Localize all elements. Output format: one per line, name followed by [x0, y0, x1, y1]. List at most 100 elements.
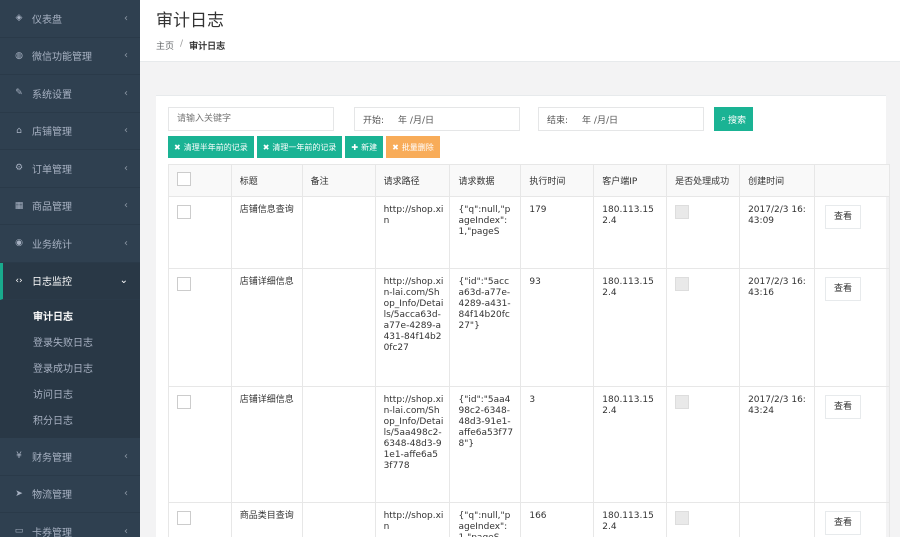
search-icon: ⌕	[720, 114, 727, 124]
sidebar-item-logistics[interactable]: ➤ 物流管理 ‹	[0, 476, 140, 513]
table-row: 店铺信息查询 http://shop.xin {"q":null,"pageIn…	[168, 196, 890, 269]
row-checkbox[interactable]	[177, 205, 191, 219]
cell-created: 2017/2/3 16:43:09	[739, 196, 815, 269]
sidebar-item-log-monitor[interactable]: ‹› 日志监控 ⌄	[0, 262, 140, 300]
new-button[interactable]: ✚ 新建	[345, 136, 384, 158]
cell-exec-time: 3	[520, 386, 595, 503]
cell-path: http://shop.xin-lai.com/Shop_Info/Detail…	[374, 268, 451, 387]
cell-client-ip: 180.113.152.4	[593, 502, 668, 537]
clear-one-year-label: 清理一年前的记录	[272, 142, 337, 152]
table-header-row: 标题 备注 请求路径 请求数据 执行时间 客户端IP 是否处理成功 创建时间	[168, 164, 890, 197]
cell-path: http://shop.xin	[374, 502, 451, 537]
wechat-icon: ◍	[15, 50, 23, 61]
sidebar-item-label: 订单管理	[32, 164, 72, 176]
sidebar-item-wechat[interactable]: ◍ 微信功能管理 ‹	[0, 38, 140, 75]
sidebar-item-shops[interactable]: ⌂ 店铺管理 ‹	[0, 113, 140, 150]
breadcrumb-separator: /	[180, 39, 184, 49]
home-icon: ⌂	[16, 125, 22, 136]
select-all-checkbox[interactable]	[177, 172, 191, 186]
submenu-item-access-log[interactable]: 访问日志	[0, 380, 140, 406]
success-checkbox	[675, 205, 690, 219]
submenu-item-points-log[interactable]: 积分日志	[0, 406, 140, 432]
main-content: 开始: 年 /月/日 结束: 年 /月/日 ⌕ 搜索 ✖ 清理半年前的记录	[140, 62, 900, 537]
column-header[interactable]: 客户端IP	[593, 164, 668, 197]
submenu-item-audit-log[interactable]: 审计日志	[0, 302, 140, 328]
end-date-label: 结束:	[547, 115, 569, 126]
start-date-field[interactable]: 开始: 年 /月/日	[354, 107, 520, 131]
card-icon: ▭	[14, 526, 24, 537]
cell-remark	[301, 268, 376, 387]
batch-delete-button[interactable]: ✖ 批量删除	[386, 136, 440, 158]
success-checkbox	[675, 511, 690, 525]
sidebar-item-finance[interactable]: ¥ 财务管理 ‹	[0, 438, 140, 476]
sidebar-item-label: 物流管理	[32, 490, 72, 502]
sidebar-item-label: 商品管理	[32, 202, 72, 214]
sidebar-item-products[interactable]: ▦ 商品管理 ‹	[0, 188, 140, 225]
search-input[interactable]	[168, 107, 334, 131]
chevron-left-icon: ‹	[124, 237, 128, 249]
view-button[interactable]: 查看	[825, 277, 861, 301]
sidebar-item-orders[interactable]: ⚙ 订单管理 ‹	[0, 150, 140, 188]
column-header[interactable]: 是否处理成功	[666, 164, 741, 197]
view-button[interactable]: 查看	[825, 395, 861, 419]
cell-path: http://shop.xin-lai.com/Shop_Info/Detail…	[374, 386, 451, 503]
audit-log-table: 标题 备注 请求路径 请求数据 执行时间 客户端IP 是否处理成功 创建时间 店…	[168, 164, 890, 537]
submenu-item-login-success-log[interactable]: 登录成功日志	[0, 354, 140, 380]
sidebar-item-stats[interactable]: ◉ 业务统计 ‹	[0, 225, 140, 263]
breadcrumb: 主页 / 审计日志	[156, 39, 900, 52]
sidebar-submenu: 审计日志 登录失败日志 登录成功日志 访问日志 积分日志	[0, 300, 140, 438]
column-header[interactable]: 请求数据	[449, 164, 522, 197]
row-checkbox[interactable]	[177, 395, 191, 409]
clear-half-year-button[interactable]: ✖ 清理半年前的记录	[168, 136, 254, 158]
column-header[interactable]: 创建时间	[739, 164, 815, 197]
table-row: 商品类目查询 http://shop.xin {"q":null,"pageIn…	[168, 502, 890, 537]
view-button[interactable]: 查看	[825, 205, 861, 229]
view-button[interactable]: 查看	[825, 511, 861, 535]
sidebar-item-label: 日志监控	[32, 277, 72, 289]
cell-title: 店铺详细信息	[230, 386, 303, 503]
cell-client-ip: 180.113.152.4	[593, 268, 668, 387]
cell-exec-time: 93	[520, 268, 595, 387]
column-header[interactable]: 请求路径	[374, 164, 451, 197]
search-button-label: 搜索	[728, 115, 747, 126]
chevron-left-icon: ‹	[124, 87, 128, 99]
sidebar-item-dashboard[interactable]: ◈ 仪表盘 ‹	[0, 0, 140, 38]
sidebar-item-settings[interactable]: ✎ 系统设置 ‹	[0, 75, 140, 113]
column-header[interactable]: 备注	[301, 164, 376, 197]
start-date-label: 开始:	[363, 115, 385, 126]
chevron-down-icon: ⌄	[119, 275, 128, 287]
sidebar-item-label: 系统设置	[32, 89, 72, 101]
cell-remark	[301, 386, 376, 503]
chevron-left-icon: ‹	[124, 525, 128, 537]
end-date-field[interactable]: 结束: 年 /月/日	[538, 107, 704, 131]
column-header[interactable]: 标题	[230, 164, 303, 197]
search-toolbar: 开始: 年 /月/日 结束: 年 /月/日 ⌕ 搜索	[168, 107, 878, 131]
sidebar-item-label: 财务管理	[32, 452, 72, 464]
cell-data: {"id":"5acca63d-a77e-4289-a431-84f14b20f…	[449, 268, 522, 387]
cell-title: 店铺详细信息	[230, 268, 303, 387]
column-header[interactable]: 执行时间	[520, 164, 595, 197]
cell-exec-time: 166	[520, 502, 595, 537]
yen-icon: ¥	[16, 451, 22, 462]
sidebar-item-coupons[interactable]: ▭ 卡券管理 ‹	[0, 513, 140, 537]
table-row: 店铺详细信息 http://shop.xin-lai.com/Shop_Info…	[168, 268, 890, 387]
cell-data: {"id":"5aa498c2-6348-48d3-91e1-affe6a53f…	[449, 386, 522, 503]
sidebar-item-label: 店铺管理	[32, 127, 72, 139]
breadcrumb-home[interactable]: 主页	[156, 39, 174, 52]
row-checkbox[interactable]	[177, 277, 191, 291]
search-button[interactable]: ⌕ 搜索	[714, 107, 753, 131]
action-bar: ✖ 清理半年前的记录 ✖ 清理一年前的记录 ✚ 新建 ✖ 批量删除	[168, 136, 440, 158]
close-icon: ✖	[262, 142, 270, 152]
dashboard-icon: ◈	[15, 13, 23, 24]
submenu-item-login-fail-log[interactable]: 登录失败日志	[0, 328, 140, 354]
end-date-value: 年 /月/日	[582, 115, 618, 126]
clear-one-year-button[interactable]: ✖ 清理一年前的记录	[256, 136, 343, 158]
cell-created: 2017/2/3 16:43:24	[739, 386, 815, 503]
sidebar-item-label: 卡券管理	[32, 527, 72, 537]
row-checkbox[interactable]	[177, 511, 191, 525]
breadcrumb-current: 审计日志	[189, 42, 226, 52]
chevron-left-icon: ‹	[124, 125, 128, 137]
cell-remark	[301, 196, 376, 269]
code-icon: ‹›	[15, 275, 23, 286]
cell-remark	[301, 502, 376, 537]
